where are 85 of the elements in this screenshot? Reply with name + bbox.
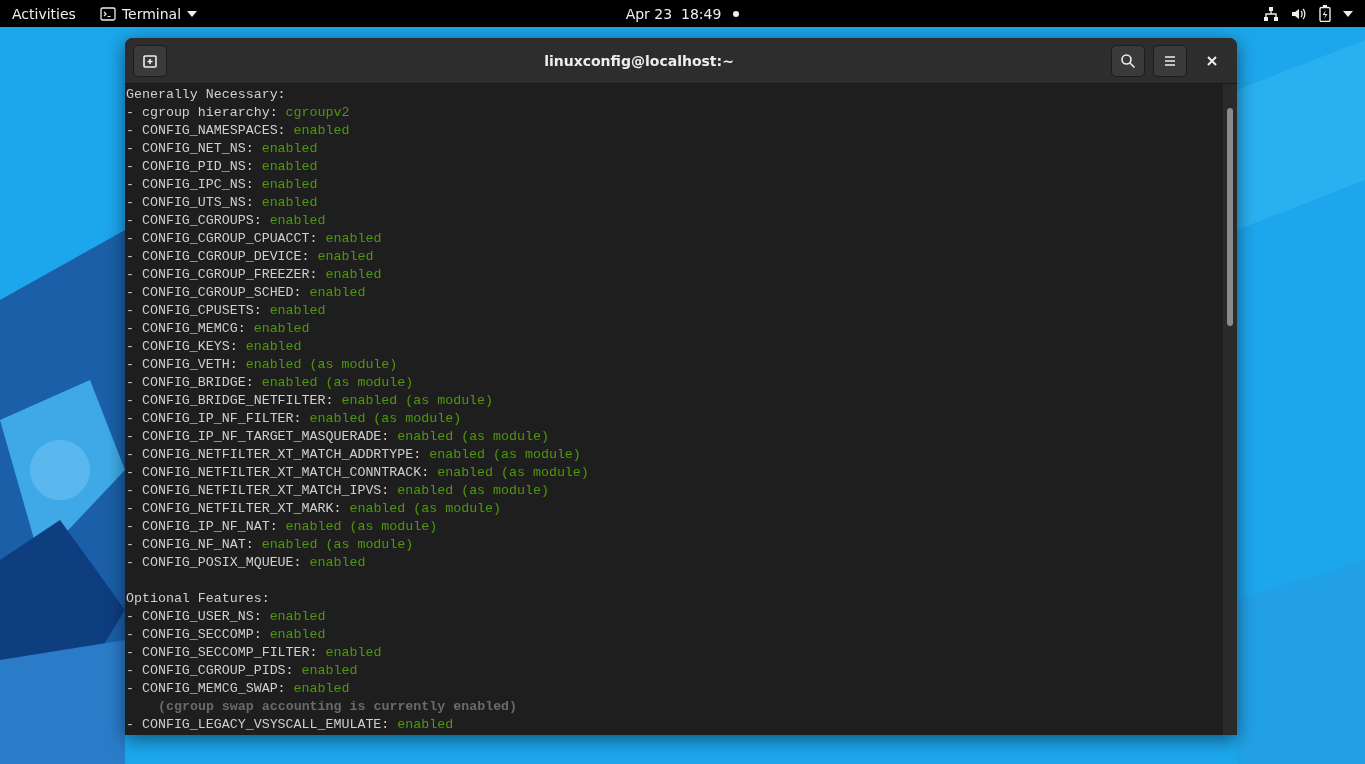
config-name: - CONFIG_USER_NS: bbox=[126, 608, 263, 626]
network-icon[interactable] bbox=[1263, 5, 1279, 22]
close-icon bbox=[1206, 54, 1218, 67]
notification-dot bbox=[733, 10, 740, 17]
config-name: - CONFIG_BRIDGE: bbox=[126, 374, 255, 392]
config-value: enabled (as module) bbox=[261, 536, 414, 554]
config-name: - CONFIG_IP_NF_TARGET_MASQUERADE: bbox=[126, 428, 391, 446]
config-value: enabled (as module) bbox=[309, 410, 462, 428]
config-name: - CONFIG_PID_NS: bbox=[126, 158, 255, 176]
config-value: enabled bbox=[325, 230, 382, 248]
config-value: cgroupv2 bbox=[285, 104, 350, 122]
config-value: enabled bbox=[269, 212, 326, 230]
scrollbar-thumb[interactable] bbox=[1227, 108, 1233, 326]
config-name: - CONFIG_UTS_NS: bbox=[126, 194, 255, 212]
config-value: enabled (as module) bbox=[397, 482, 549, 500]
terminal-icon bbox=[99, 6, 116, 21]
config-name: - CONFIG_SECCOMP_FILTER: bbox=[126, 644, 319, 662]
caret-icon bbox=[187, 10, 198, 17]
config-value: enabled bbox=[325, 644, 382, 662]
config-name: - CONFIG_CGROUP_DEVICE: bbox=[126, 248, 311, 266]
config-value: enabled bbox=[293, 680, 350, 698]
config-value: enabled bbox=[293, 122, 350, 140]
config-name: - CONFIG_LEGACY_VSYSCALL_EMULATE: bbox=[126, 716, 391, 734]
config-name: - CONFIG_NETFILTER_XT_MATCH_IPVS: bbox=[126, 482, 391, 500]
config-name: - CONFIG_NETFILTER_XT_MATCH_ADDRTYPE: bbox=[126, 446, 423, 464]
config-value: enabled bbox=[261, 140, 318, 158]
config-name: - CONFIG_NETFILTER_XT_MARK: bbox=[126, 500, 343, 518]
scrollbar[interactable] bbox=[1223, 84, 1237, 735]
config-value: enabled bbox=[253, 320, 310, 338]
config-value: enabled (as module) bbox=[285, 518, 438, 536]
config-name: - CONFIG_IP_NF_FILTER: bbox=[126, 410, 303, 428]
config-name: - CONFIG_CGROUPS: bbox=[126, 212, 263, 230]
config-name: - CONFIG_BRIDGE_NETFILTER: bbox=[126, 392, 335, 410]
config-name: - CONFIG_CGROUP_FREEZER: bbox=[126, 266, 319, 284]
config-value: enabled bbox=[261, 194, 318, 212]
config-name: - CONFIG_IP_NF_NAT: bbox=[126, 518, 279, 536]
search-icon bbox=[1120, 52, 1136, 69]
config-value: enabled bbox=[301, 662, 358, 680]
config-value: enabled (as module) bbox=[429, 446, 581, 464]
config-value: enabled bbox=[261, 158, 318, 176]
config-value: enabled bbox=[325, 266, 382, 284]
config-value: enabled (as module) bbox=[397, 428, 549, 446]
config-value: enabled bbox=[269, 626, 326, 644]
clock[interactable]: Apr 23 18:49 bbox=[625, 5, 722, 22]
config-value: enabled (as module) bbox=[437, 464, 589, 482]
window-title: linuxconfig@localhost:~ bbox=[543, 52, 735, 69]
menu-button[interactable] bbox=[1153, 44, 1187, 77]
config-name: - CONFIG_POSIX_MQUEUE: bbox=[126, 554, 303, 572]
config-name: - CONFIG_MEMCG: bbox=[126, 320, 247, 338]
config-value: enabled (as module) bbox=[245, 356, 398, 374]
config-value: enabled bbox=[269, 302, 326, 320]
config-name: - CONFIG_NF_NAT: bbox=[126, 536, 255, 554]
config-name: - CONFIG_KEYS: bbox=[126, 338, 239, 356]
config-name: - cgroup hierarchy: bbox=[126, 104, 279, 122]
caret-icon[interactable] bbox=[1343, 10, 1353, 17]
config-name: - CONFIG_SECCOMP: bbox=[126, 626, 263, 644]
config-value: enabled bbox=[245, 338, 302, 356]
activities-button[interactable]: Activities bbox=[12, 5, 76, 22]
config-name: - CONFIG_CGROUP_CPUACCT: bbox=[126, 230, 319, 248]
config-value: enabled bbox=[309, 554, 366, 572]
config-name: - CONFIG_CGROUP_SCHED: bbox=[126, 284, 303, 302]
config-value: enabled (as module) bbox=[349, 500, 502, 518]
terminal-line: Optional Features: bbox=[126, 590, 270, 608]
config-name: - CONFIG_IPC_NS: bbox=[126, 176, 255, 194]
config-value: enabled bbox=[261, 176, 318, 194]
config-name: - CONFIG_VETH: bbox=[126, 356, 239, 374]
config-name: - CONFIG_CPUSETS: bbox=[126, 302, 263, 320]
config-value: enabled (as module) bbox=[261, 374, 414, 392]
config-name: - CONFIG_NET_NS: bbox=[126, 140, 255, 158]
terminal-line: Generally Necessary: bbox=[126, 86, 286, 104]
search-button[interactable] bbox=[1111, 44, 1145, 77]
config-name: - CONFIG_NAMESPACES: bbox=[126, 122, 287, 140]
config-value: enabled bbox=[309, 284, 366, 302]
config-value: enabled (as module) bbox=[341, 392, 494, 410]
app-menu[interactable]: Terminal bbox=[121, 5, 182, 22]
terminal-note: (cgroup swap accounting is currently enabled) bbox=[157, 698, 518, 716]
config-value: enabled bbox=[397, 716, 454, 734]
battery-icon[interactable] bbox=[1319, 5, 1331, 22]
config-value: enabled bbox=[269, 608, 326, 626]
new-tab-button[interactable] bbox=[133, 44, 167, 77]
config-name: - CONFIG_MEMCG_SWAP: bbox=[126, 680, 287, 698]
config-name: - CONFIG_CGROUP_PIDS: bbox=[126, 662, 295, 680]
config-name: - CONFIG_NETFILTER_XT_MATCH_CONNTRACK: bbox=[126, 464, 431, 482]
config-value: enabled bbox=[317, 248, 374, 266]
new-tab-icon bbox=[142, 52, 158, 69]
